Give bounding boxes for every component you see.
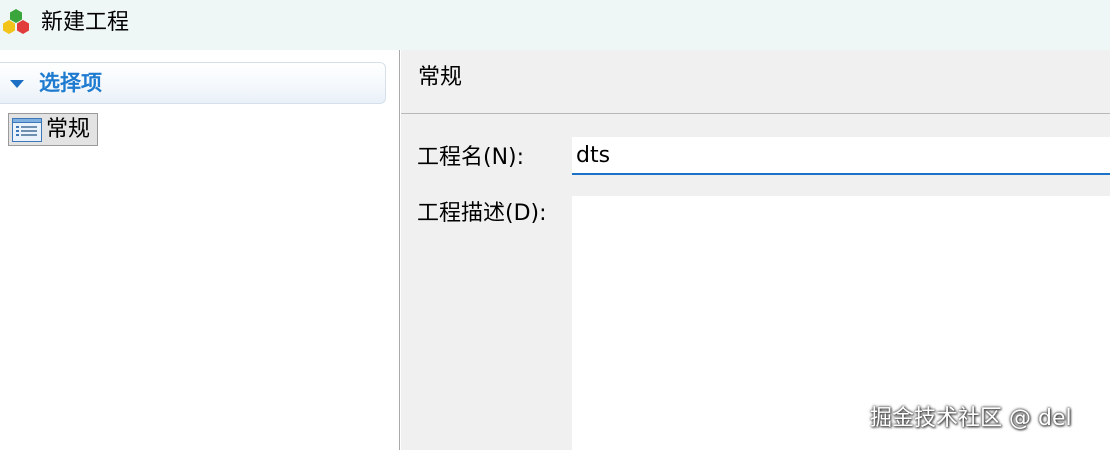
colored-hexagons-icon [3, 9, 29, 34]
list-icon [12, 118, 42, 142]
sidebar-item-general[interactable]: 常规 [8, 113, 98, 146]
window-title: 新建工程 [41, 10, 130, 35]
project-name-label: 工程名(N): [417, 145, 525, 170]
sidebar-item-label: 常规 [46, 117, 91, 142]
options-section-title: 选择项 [39, 71, 102, 95]
options-section-header[interactable]: 选择项 [0, 62, 386, 104]
settings-panel: 常规 工程名(N): 工程描述(D): [401, 50, 1110, 450]
page-title: 常规 [418, 65, 463, 90]
triangle-down-icon[interactable] [10, 80, 24, 88]
options-pane: 选择项 常规 [0, 50, 400, 450]
project-description-label: 工程描述(D): [417, 201, 547, 226]
title-bar: 新建工程 [0, 0, 1110, 50]
watermark: 掘金技术社区 @ del [870, 406, 1072, 431]
page-header: 常规 [401, 50, 1110, 114]
project-name-input[interactable] [572, 137, 1110, 175]
